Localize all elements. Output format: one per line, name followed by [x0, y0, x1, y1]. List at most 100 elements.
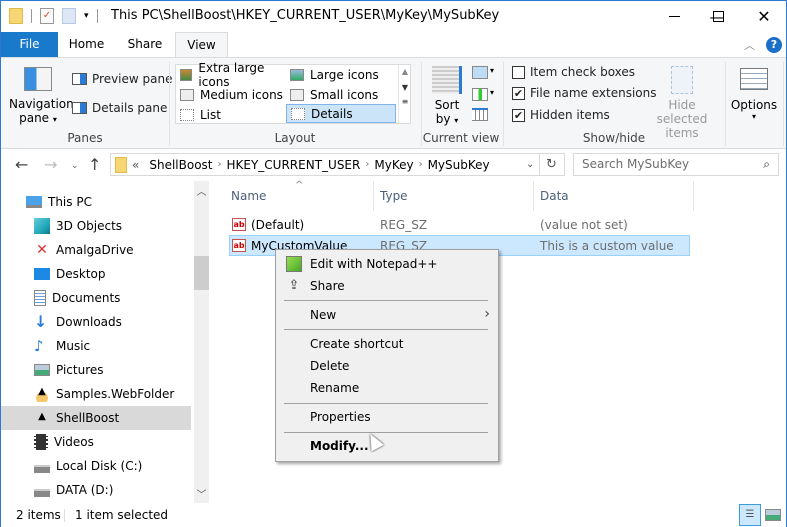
- scroll-down-icon[interactable]: ﹀: [194, 486, 209, 501]
- recent-locations-icon[interactable]: ⌄: [71, 161, 79, 171]
- collapse-ribbon-icon[interactable]: ︿: [744, 37, 755, 53]
- sidebar-item-samples-webfolder[interactable]: ▲ Samples.WebFolder: [1, 382, 191, 406]
- navigation-pane-icon: [24, 67, 52, 91]
- menu-item-properties[interactable]: Properties: [278, 406, 496, 428]
- divider: [96, 9, 98, 23]
- folder-icon[interactable]: [9, 8, 23, 24]
- layout-medium-icons[interactable]: Medium icons: [176, 85, 286, 104]
- menu-item-new[interactable]: New ›: [278, 304, 496, 326]
- column-header-type[interactable]: Type: [380, 189, 408, 203]
- sidebar-item-downloads[interactable]: ↓ Downloads: [1, 310, 191, 334]
- checkbox-checked[interactable]: ✔: [512, 86, 525, 100]
- sidebar-scrollbar[interactable]: ︿ ﹀: [194, 181, 209, 503]
- menu-item-delete[interactable]: Delete: [278, 355, 496, 377]
- sidebar-item-shellboost[interactable]: ▲ ShellBoost: [1, 406, 191, 430]
- chevron-right-icon[interactable]: ›: [419, 159, 423, 170]
- tab-view[interactable]: View: [175, 32, 228, 58]
- hidden-items-toggle[interactable]: ✔ Hidden items: [512, 108, 610, 122]
- scroll-up-icon[interactable]: ▲: [399, 67, 411, 76]
- scroll-down-icon[interactable]: ▼: [399, 83, 411, 92]
- column-divider[interactable]: [373, 181, 374, 211]
- layout-list[interactable]: List: [176, 105, 286, 124]
- group-by-icon[interactable]: [472, 66, 488, 79]
- sidebar-item-videos[interactable]: Videos: [1, 430, 191, 454]
- column-header-data[interactable]: Data: [540, 189, 569, 203]
- checkbox-checked[interactable]: ✔: [512, 108, 525, 122]
- address-bar[interactable]: « ShellBoost › HKEY_CURRENT_USER › MyKey…: [110, 153, 565, 176]
- customize-dropdown-icon[interactable]: ▾: [84, 11, 89, 21]
- help-icon[interactable]: ?: [766, 37, 782, 53]
- menu-item-modify[interactable]: Modify...: [278, 435, 496, 457]
- layout-small-icons[interactable]: Small icons: [286, 85, 396, 104]
- item-check-boxes-toggle[interactable]: Item check boxes: [512, 65, 635, 79]
- more-icon[interactable]: ≡: [399, 97, 411, 106]
- hide-selected-items-button[interactable]: Hide selected items: [644, 64, 720, 140]
- column-divider[interactable]: [533, 181, 534, 211]
- file-name-extensions-toggle[interactable]: ✔ File name extensions: [512, 86, 657, 100]
- details-pane-button[interactable]: Details pane: [72, 101, 167, 115]
- chevron-right-icon[interactable]: ›: [365, 159, 369, 170]
- sidebar-item-music[interactable]: ♪ Music: [1, 334, 191, 358]
- sidebar-item-pictures[interactable]: Pictures: [1, 358, 191, 382]
- layout-extra-large-icons[interactable]: Extra large icons: [176, 61, 286, 89]
- breadcrumb-item[interactable]: HKEY_CURRENT_USER: [227, 158, 361, 172]
- search-input[interactable]: Search MySubKey ⌕: [573, 153, 779, 176]
- tab-share[interactable]: Share: [115, 32, 175, 57]
- sidebar-item-amalgadrive[interactable]: ✕ AmalgaDrive: [1, 238, 191, 262]
- breadcrumb-overflow[interactable]: «: [132, 158, 139, 172]
- scroll-up-icon[interactable]: ︿: [194, 183, 209, 198]
- sidebar-item-3d-objects[interactable]: 3D Objects: [1, 214, 191, 238]
- column-divider[interactable]: [693, 181, 694, 211]
- layout-gallery-scroll[interactable]: ▲ ▼ ≡: [398, 65, 411, 123]
- breadcrumb-item[interactable]: ShellBoost: [149, 158, 212, 172]
- layout-gallery: Extra large icons Large icons Medium ico…: [175, 61, 411, 124]
- preview-pane-button[interactable]: Preview pane: [72, 72, 172, 86]
- column-header-name[interactable]: Name: [231, 189, 266, 203]
- breadcrumb-item[interactable]: MySubKey: [428, 158, 490, 172]
- up-button[interactable]: ↑: [88, 155, 101, 174]
- navigation-pane-button[interactable]: Navigation pane ▾: [9, 64, 74, 126]
- menu-item-rename[interactable]: Rename: [278, 377, 496, 399]
- large-icons-view-button[interactable]: [765, 509, 781, 521]
- chevron-right-icon[interactable]: ›: [218, 159, 222, 170]
- new-folder-icon[interactable]: [62, 8, 76, 24]
- minimize-icon: [668, 16, 680, 17]
- maximize-button[interactable]: [695, 1, 741, 32]
- layout-label: Large icons: [310, 67, 379, 82]
- size-columns-icon[interactable]: [472, 108, 488, 121]
- tab-file[interactable]: File: [1, 32, 58, 57]
- properties-icon[interactable]: ✓: [40, 8, 54, 24]
- tab-home[interactable]: Home: [58, 32, 115, 57]
- menu-item-create-shortcut[interactable]: Create shortcut: [278, 333, 496, 355]
- minimize-button[interactable]: [651, 1, 697, 32]
- sidebar-item-label: ShellBoost: [56, 411, 120, 425]
- forward-button[interactable]: →: [44, 155, 57, 174]
- menu-item-label: Properties: [310, 410, 371, 424]
- sidebar-item-this-pc[interactable]: This PC: [1, 190, 191, 214]
- search-icon[interactable]: ⌕: [763, 154, 770, 175]
- sidebar-item-desktop[interactable]: Desktop: [1, 262, 191, 286]
- layout-large-icons[interactable]: Large icons: [286, 65, 396, 84]
- menu-item-edit-with-notepadpp[interactable]: Edit with Notepad++: [278, 253, 496, 275]
- close-button[interactable]: ✕: [741, 1, 787, 32]
- scrollbar-thumb[interactable]: [194, 256, 209, 290]
- options-button[interactable]: Options ▾: [729, 64, 779, 121]
- table-row[interactable]: ab (Default) REG_SZ (value not set): [229, 214, 690, 235]
- webfolder-icon: ▲: [34, 386, 50, 402]
- maximize-icon: [712, 11, 724, 22]
- add-columns-icon[interactable]: [472, 88, 488, 101]
- refresh-icon[interactable]: ↻: [546, 157, 557, 172]
- back-button[interactable]: ←: [15, 155, 28, 174]
- details-view-button[interactable]: ☰: [739, 504, 761, 526]
- sidebar-item-data-d[interactable]: DATA (D:): [1, 478, 191, 502]
- breadcrumb-item[interactable]: MyKey: [374, 158, 413, 172]
- checkbox-unchecked[interactable]: [512, 65, 525, 79]
- sidebar-item-documents[interactable]: Documents: [1, 286, 191, 310]
- menu-item-label: New: [310, 308, 337, 322]
- sort-by-button[interactable]: Sort by ▾: [429, 64, 465, 128]
- sidebar-item-local-disk-c[interactable]: Local Disk (C:): [1, 454, 191, 478]
- menu-item-share[interactable]: ⇪ Share: [278, 275, 496, 297]
- chevron-down-icon[interactable]: ⌄: [526, 159, 534, 170]
- sidebar-item-label: Samples.WebFolder: [56, 387, 175, 401]
- layout-details[interactable]: Details: [286, 104, 396, 123]
